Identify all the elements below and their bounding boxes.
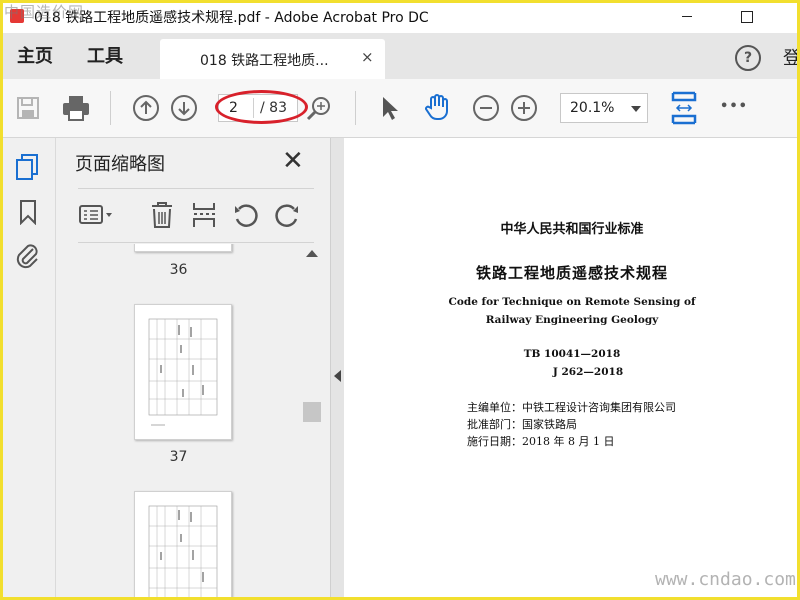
thumbnail-page-36[interactable] <box>134 244 232 252</box>
doc-standard-heading: 中华人民共和国行业标准 <box>500 222 644 237</box>
select-cursor-icon[interactable] <box>378 94 402 122</box>
close-tab-icon[interactable]: × <box>361 48 374 66</box>
menu-home[interactable]: 主页 <box>17 42 53 68</box>
thumbnail-page-37[interactable] <box>134 304 232 440</box>
zoom-in-icon[interactable] <box>510 94 538 122</box>
watermark-bottom-right: www.cndao.com <box>655 569 796 590</box>
doc-code-j: J 262—2018 <box>552 366 624 378</box>
navigation-rail <box>0 138 56 600</box>
menu-tab-bar: 主页 工具 018 铁路工程地质... × ? 登 <box>0 33 800 79</box>
thumbnail-page-38[interactable] <box>134 491 232 600</box>
page-thumbnails-panel: 页面缩略图 ✕ 36 37 <box>56 138 330 600</box>
rotate-clockwise-icon[interactable] <box>272 200 302 230</box>
thumbnail-list: 36 37 <box>56 244 301 600</box>
thumbnail-options-icon[interactable] <box>78 201 116 229</box>
save-icon[interactable] <box>14 94 42 122</box>
rotate-counterclockwise-icon[interactable] <box>231 200 261 230</box>
panel-collapse-handle[interactable] <box>330 138 344 600</box>
doc-approver: 批准部门：国家铁路局 <box>467 418 577 431</box>
maximize-icon <box>741 10 753 23</box>
more-tools-icon[interactable]: ••• <box>719 96 749 116</box>
minimize-icon <box>682 16 692 17</box>
thumbnail-label: 37 <box>169 449 188 465</box>
doc-title-en-1: Code for Technique on Remote Sensing of <box>448 296 696 308</box>
previous-page-icon[interactable] <box>132 94 160 122</box>
doc-title-cn: 铁路工程地质遥感技术规程 <box>475 264 668 282</box>
toolbar: / 83 20.1% ••• <box>0 79 800 138</box>
zoom-search-icon[interactable] <box>304 94 334 122</box>
delete-page-icon[interactable] <box>148 200 176 230</box>
collapse-left-arrow-icon[interactable] <box>334 370 341 382</box>
print-icon[interactable] <box>60 93 92 123</box>
next-page-icon[interactable] <box>170 94 198 122</box>
thumbnail-label: 36 <box>169 262 188 278</box>
panel-divider <box>78 242 314 243</box>
maximize-button[interactable] <box>724 0 770 33</box>
fit-page-icon[interactable] <box>669 89 699 127</box>
current-page-input[interactable] <box>219 95 253 121</box>
close-panel-icon[interactable]: ✕ <box>282 148 304 174</box>
page-thumbnails-icon[interactable] <box>14 152 42 182</box>
scrollbar-thumb[interactable] <box>303 402 321 422</box>
doc-code-tb: TB 10041—2018 <box>523 348 621 360</box>
zoom-level-dropdown[interactable]: 20.1% <box>560 93 648 123</box>
help-icon[interactable]: ? <box>735 45 761 71</box>
window-title: 018 铁路工程地质遥感技术规程.pdf - Adobe Acrobat Pro… <box>34 10 429 26</box>
total-pages: / 83 <box>260 100 287 116</box>
document-tab-label: 018 铁路工程地质... <box>200 53 329 69</box>
scroll-up-arrow-icon[interactable] <box>306 250 318 257</box>
thumbnail-scrollbar[interactable] <box>302 246 322 600</box>
hand-tool-icon[interactable] <box>422 91 454 123</box>
zoom-level-value: 20.1% <box>570 100 615 116</box>
title-bar: 中国造价网 018 铁路工程地质遥感技术规程.pdf - Adobe Acrob… <box>0 0 800 33</box>
doc-effective-date: 施行日期：2018 年 8 月 1 日 <box>467 435 615 448</box>
sign-in-button[interactable]: 登 <box>783 44 800 70</box>
chevron-down-icon <box>631 106 641 112</box>
page-number-field[interactable]: / 83 <box>218 94 298 122</box>
doc-title-en-2: Railway Engineering Geology <box>485 314 659 326</box>
watermark-top-left: 中国造价网 <box>4 3 85 21</box>
page-field-divider <box>253 98 254 118</box>
toolbar-separator <box>355 91 356 125</box>
minimize-button[interactable] <box>664 0 710 33</box>
extract-page-icon[interactable] <box>189 200 219 230</box>
bookmark-icon[interactable] <box>16 198 40 226</box>
document-tab[interactable]: 018 铁路工程地质... × <box>160 39 385 79</box>
panel-divider <box>78 188 314 189</box>
toolbar-separator <box>110 91 111 125</box>
zoom-out-icon[interactable] <box>472 94 500 122</box>
panel-title: 页面缩略图 <box>75 154 165 175</box>
attachment-icon[interactable] <box>12 240 42 270</box>
menu-tools[interactable]: 工具 <box>87 42 123 68</box>
doc-editor-unit: 主编单位：中铁工程设计咨询集团有限公司 <box>467 401 676 414</box>
